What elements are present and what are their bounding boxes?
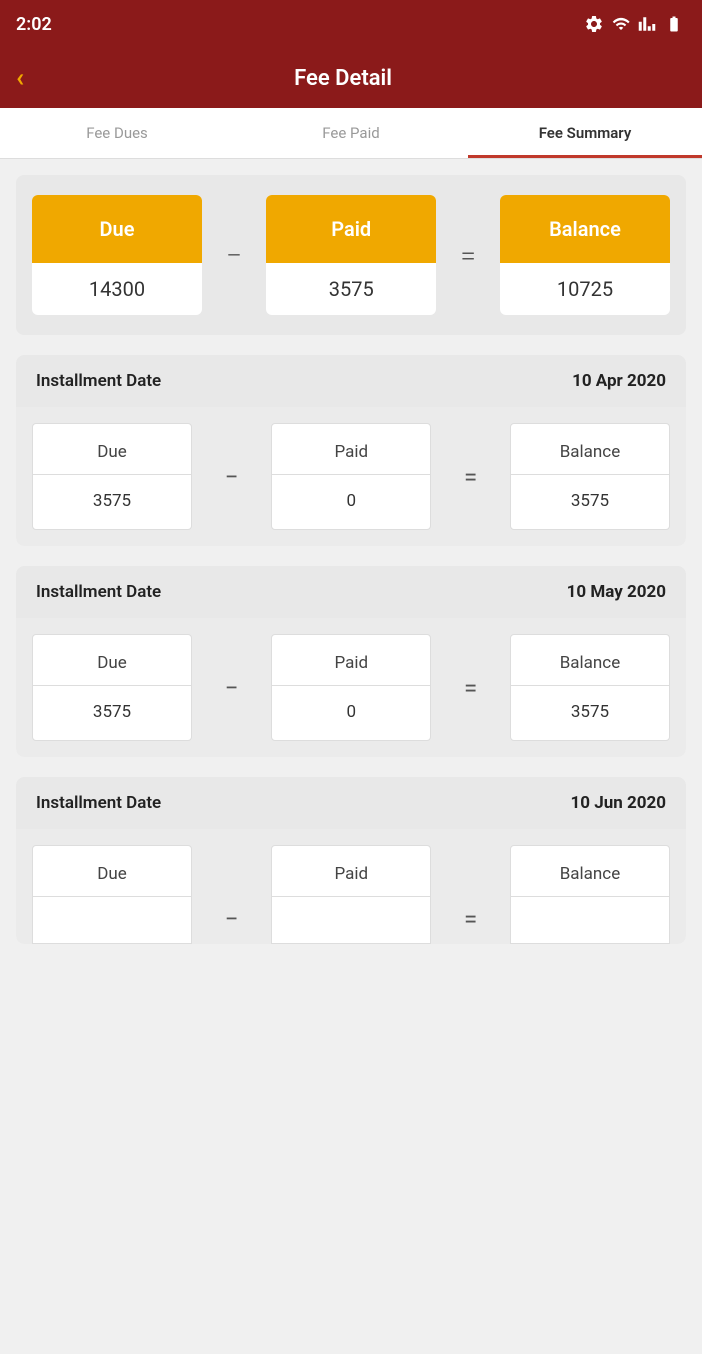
inst-paid-value-1: 0 (346, 475, 356, 529)
tab-fee-summary[interactable]: Fee Summary (468, 108, 702, 158)
status-icons (584, 14, 686, 34)
wifi-icon (610, 15, 632, 33)
content-area: Due 14300 − Paid 3575 = Balance 10725 In… (0, 159, 702, 980)
gear-icon (584, 14, 604, 34)
inst-due-box-1: Due 3575 (32, 423, 192, 530)
paid-label: Paid (266, 195, 436, 263)
installment-body-3: Due − Paid = Balance (16, 829, 686, 944)
inst-balance-label-1: Balance (511, 424, 669, 475)
installment-section-1: Installment Date 10 Apr 2020 Due 3575 − … (16, 355, 686, 546)
inst-balance-label-2: Balance (511, 635, 669, 686)
inst-due-value-2: 3575 (93, 686, 131, 740)
inst-due-value-1: 3575 (93, 475, 131, 529)
balance-value: 10725 (557, 263, 613, 315)
installment-date-2: 10 May 2020 (567, 582, 666, 602)
due-box: Due 14300 (32, 195, 202, 315)
installment-date-3: 10 Jun 2020 (570, 793, 666, 813)
installment-label-2: Installment Date (36, 582, 161, 602)
inst-balance-box-1: Balance 3575 (510, 423, 670, 530)
inst-balance-box-3: Balance (510, 845, 670, 944)
inst-due-box-2: Due 3575 (32, 634, 192, 741)
status-bar: 2:02 (0, 0, 702, 48)
inst-equals-1: = (464, 463, 477, 491)
balance-box: Balance 10725 (500, 195, 670, 315)
inst-paid-label-1: Paid (272, 424, 430, 475)
tabs-container: Fee Dues Fee Paid Fee Summary (0, 108, 702, 159)
app-bar: ‹ Fee Detail (0, 48, 702, 108)
inst-balance-label-3: Balance (511, 846, 669, 897)
due-value: 14300 (89, 263, 145, 315)
back-button[interactable]: ‹ (16, 65, 24, 91)
inst-equals-3: = (464, 905, 477, 933)
installment-section-3: Installment Date 10 Jun 2020 Due − Paid … (16, 777, 686, 944)
balance-label: Balance (500, 195, 670, 263)
tab-fee-dues[interactable]: Fee Dues (0, 108, 234, 158)
inst-equals-2: = (464, 674, 477, 702)
inst-minus-1: − (225, 463, 239, 491)
installment-section-2: Installment Date 10 May 2020 Due 3575 − … (16, 566, 686, 757)
installment-body-1: Due 3575 − Paid 0 = Balance 3575 (16, 407, 686, 546)
due-label: Due (32, 195, 202, 263)
inst-due-label-3: Due (33, 846, 191, 897)
inst-paid-label-2: Paid (272, 635, 430, 686)
signal-icon (638, 15, 656, 33)
installment-header-3: Installment Date 10 Jun 2020 (16, 777, 686, 829)
inst-minus-3: − (225, 905, 239, 933)
installment-header-2: Installment Date 10 May 2020 (16, 566, 686, 618)
status-time: 2:02 (16, 14, 52, 35)
inst-paid-label-3: Paid (272, 846, 430, 897)
battery-icon (662, 15, 686, 33)
inst-balance-box-2: Balance 3575 (510, 634, 670, 741)
inst-due-box-3: Due (32, 845, 192, 944)
paid-value: 3575 (329, 263, 374, 315)
installment-label-1: Installment Date (36, 371, 161, 391)
installment-body-2: Due 3575 − Paid 0 = Balance 3575 (16, 618, 686, 757)
paid-box: Paid 3575 (266, 195, 436, 315)
inst-balance-value-1: 3575 (571, 475, 609, 529)
equals-operator: = (460, 239, 476, 272)
inst-minus-2: − (225, 674, 239, 702)
inst-due-label-2: Due (33, 635, 191, 686)
installment-header-1: Installment Date 10 Apr 2020 (16, 355, 686, 407)
summary-totals-card: Due 14300 − Paid 3575 = Balance 10725 (16, 175, 686, 335)
inst-paid-box-2: Paid 0 (271, 634, 431, 741)
inst-balance-value-2: 3575 (571, 686, 609, 740)
inst-paid-box-1: Paid 0 (271, 423, 431, 530)
tab-fee-paid[interactable]: Fee Paid (234, 108, 468, 158)
installment-label-3: Installment Date (36, 793, 161, 813)
inst-paid-value-2: 0 (346, 686, 356, 740)
installment-date-1: 10 Apr 2020 (572, 371, 666, 391)
minus-operator: − (226, 239, 242, 272)
inst-paid-box-3: Paid (271, 845, 431, 944)
page-title: Fee Detail (40, 66, 646, 91)
inst-due-label-1: Due (33, 424, 191, 475)
